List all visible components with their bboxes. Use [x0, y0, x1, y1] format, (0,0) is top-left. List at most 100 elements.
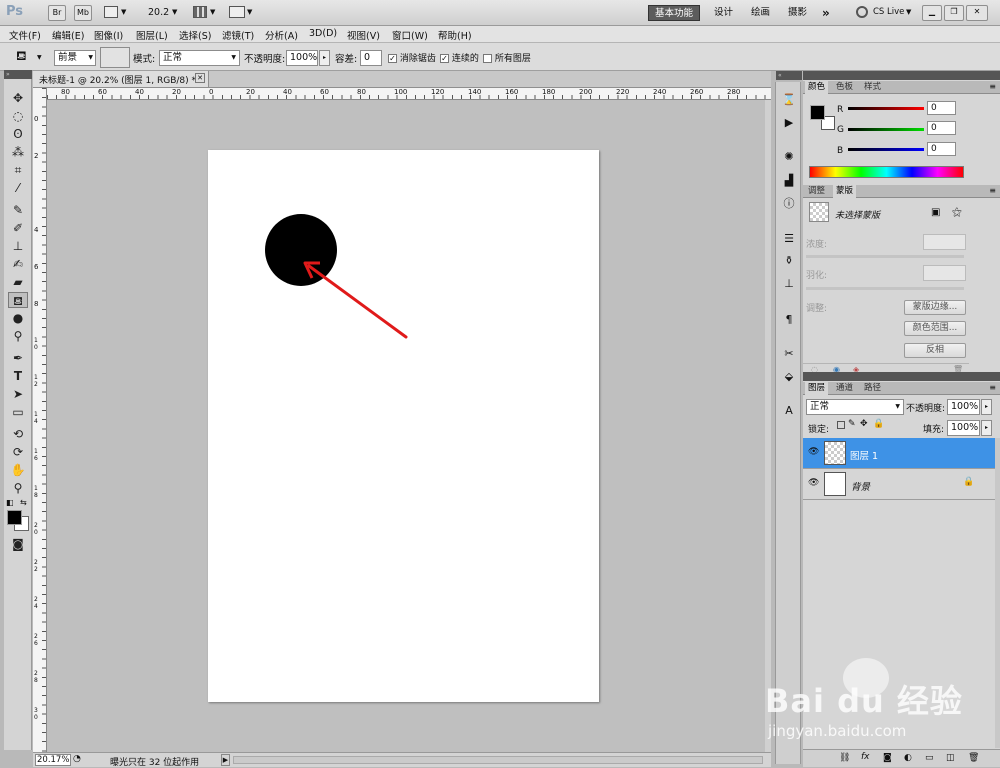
- foreground-swatch[interactable]: [810, 105, 825, 120]
- fill-input[interactable]: 100%: [947, 420, 980, 436]
- histogram-panel-icon[interactable]: ▟: [781, 174, 797, 188]
- menu-select[interactable]: 选择(S): [179, 28, 211, 42]
- menu-image[interactable]: 图像(I): [94, 28, 123, 42]
- menu-analysis[interactable]: 分析(A): [265, 28, 298, 42]
- menu-edit[interactable]: 编辑(E): [52, 28, 84, 42]
- menu-layer[interactable]: 图层(L): [136, 28, 168, 42]
- swap-colors-icon[interactable]: ⇆: [20, 498, 27, 507]
- zoom-tool-icon[interactable]: ⚲: [8, 480, 28, 496]
- pixel-mask-icon[interactable]: ▣: [931, 207, 940, 218]
- zoom-level[interactable]: 20.2: [148, 7, 169, 18]
- workspace-photography[interactable]: 摄影: [782, 5, 813, 21]
- move-tool-icon[interactable]: ✥: [8, 90, 28, 106]
- workspace-design[interactable]: 设计: [708, 5, 739, 21]
- feather-slider[interactable]: [806, 287, 964, 290]
- all-layers-checkbox[interactable]: 所有图层: [483, 51, 531, 64]
- lock-pixels-icon[interactable]: ✎: [848, 419, 856, 429]
- bridge-button[interactable]: Br: [48, 5, 66, 21]
- actions-panel-icon[interactable]: ▶: [781, 116, 797, 130]
- opacity-slider-arrow-icon[interactable]: ▸: [319, 50, 330, 66]
- healing-brush-tool-icon[interactable]: ✎: [8, 202, 28, 218]
- feather-input[interactable]: [923, 265, 966, 281]
- document-canvas[interactable]: [208, 150, 599, 702]
- more-workspaces-button[interactable]: »: [816, 5, 836, 21]
- history-brush-tool-icon[interactable]: ✍: [8, 256, 28, 272]
- blue-value-input[interactable]: 0: [927, 142, 956, 156]
- status-info-icon[interactable]: ◔: [73, 754, 81, 764]
- eyedropper-tool-icon[interactable]: ⁄: [8, 180, 28, 196]
- workspace-painting[interactable]: 绘画: [745, 5, 776, 21]
- contiguous-checkbox[interactable]: ✓ 连续的: [440, 51, 479, 64]
- paragraph-panel-icon[interactable]: ¶: [781, 313, 797, 327]
- horizontal-scrollbar[interactable]: [233, 756, 763, 764]
- dock-header[interactable]: [803, 71, 1000, 80]
- pen-tool-icon[interactable]: ✒: [8, 350, 28, 366]
- restore-icon[interactable]: ❐: [944, 5, 964, 21]
- pattern-picker[interactable]: [100, 47, 130, 68]
- menu-help[interactable]: 帮助(H): [438, 28, 472, 42]
- document-tab[interactable]: 未标题-1 @ 20.2% (图层 1, RGB/8) * ✕: [33, 71, 209, 87]
- mask-edge-button[interactable]: 蒙版边缘...: [904, 300, 966, 315]
- type-tool-icon[interactable]: T: [8, 368, 28, 384]
- minimize-icon[interactable]: ▁: [922, 5, 942, 21]
- mode-select[interactable]: 正常 ▼: [159, 50, 240, 66]
- clone-stamp-tool-icon[interactable]: ⊥: [8, 238, 28, 254]
- hand-tool-icon[interactable]: ✋: [8, 462, 28, 478]
- layers-dock-header[interactable]: [803, 372, 1000, 381]
- panel-menu-icon[interactable]: ≡: [989, 383, 996, 392]
- vector-mask-icon[interactable]: ⚝: [952, 207, 962, 218]
- chevron-down-icon[interactable]: ▼: [247, 8, 252, 16]
- layer-row[interactable]: 👁 背景 🔒: [803, 469, 995, 500]
- visibility-eye-icon[interactable]: 👁: [808, 478, 819, 488]
- visibility-eye-icon[interactable]: 👁: [808, 447, 819, 457]
- panel-menu-icon[interactable]: ≡: [989, 186, 996, 195]
- red-value-input[interactable]: 0: [927, 101, 956, 115]
- antialias-checkbox[interactable]: ✓ 消除锯齿: [388, 51, 436, 64]
- tab-color[interactable]: 颜色: [805, 81, 829, 94]
- screen-mode-icon[interactable]: [229, 6, 245, 18]
- lock-position-icon[interactable]: ✥: [860, 419, 868, 429]
- fill-arrow-icon[interactable]: ▸: [981, 420, 992, 436]
- menu-file[interactable]: 文件(F): [9, 28, 41, 42]
- link-layers-icon[interactable]: ⛓: [839, 753, 850, 763]
- tools-3d-icon[interactable]: ✂: [781, 347, 797, 361]
- 3d-panel-icon[interactable]: ⬙: [781, 370, 797, 384]
- close-icon[interactable]: ✕: [966, 5, 988, 21]
- new-layer-icon[interactable]: ◫: [946, 753, 955, 763]
- shape-tool-icon[interactable]: ▭: [8, 404, 28, 420]
- tab-styles[interactable]: 样式: [861, 81, 884, 94]
- new-group-icon[interactable]: ▭: [925, 753, 934, 763]
- menu-view[interactable]: 视图(V): [347, 28, 380, 42]
- dodge-tool-icon[interactable]: ⚲: [8, 328, 28, 344]
- foreground-color-swatch[interactable]: [7, 510, 22, 525]
- menu-window[interactable]: 窗口(W): [392, 28, 428, 42]
- character-panel-icon[interactable]: A: [781, 404, 797, 418]
- clone-source-icon[interactable]: ⊥: [781, 277, 797, 291]
- tab-masks[interactable]: 蒙版: [833, 185, 857, 198]
- chevron-down-icon[interactable]: ▼: [906, 8, 911, 16]
- marquee-tool-icon[interactable]: ◌: [8, 108, 28, 124]
- add-mask-icon[interactable]: ◙: [883, 753, 892, 763]
- chevron-down-icon[interactable]: ▼: [37, 54, 42, 61]
- density-input[interactable]: [923, 234, 966, 250]
- menu-filter[interactable]: 滤镜(T): [222, 28, 254, 42]
- lock-all-icon[interactable]: 🔒: [873, 419, 884, 429]
- 3d-orbit-tool-icon[interactable]: ⟳: [8, 444, 28, 460]
- tab-paths[interactable]: 路径: [861, 382, 884, 395]
- invert-button[interactable]: 反相: [904, 343, 966, 358]
- chevron-down-icon[interactable]: ▼: [172, 8, 177, 16]
- adjustment-layer-icon[interactable]: ◐: [904, 753, 912, 763]
- layer-row[interactable]: 👁 图层 1: [803, 438, 995, 469]
- default-colors-icon[interactable]: ◧: [6, 498, 14, 507]
- brush-tool-icon[interactable]: ✐: [8, 220, 28, 236]
- quick-mask-icon[interactable]: ◙: [8, 536, 28, 552]
- delete-layer-icon[interactable]: 🗑: [968, 753, 979, 763]
- layers-scrollbar[interactable]: [995, 438, 1000, 748]
- layer-style-icon[interactable]: fx: [861, 752, 870, 762]
- quick-selection-tool-icon[interactable]: ⁂: [8, 144, 28, 160]
- view-extras-icon[interactable]: [104, 6, 118, 18]
- density-slider[interactable]: [806, 255, 964, 258]
- info-panel-icon[interactable]: ⓘ: [781, 197, 797, 211]
- chevron-down-icon[interactable]: ▼: [210, 8, 215, 16]
- 3d-rotate-tool-icon[interactable]: ⟲: [8, 426, 28, 442]
